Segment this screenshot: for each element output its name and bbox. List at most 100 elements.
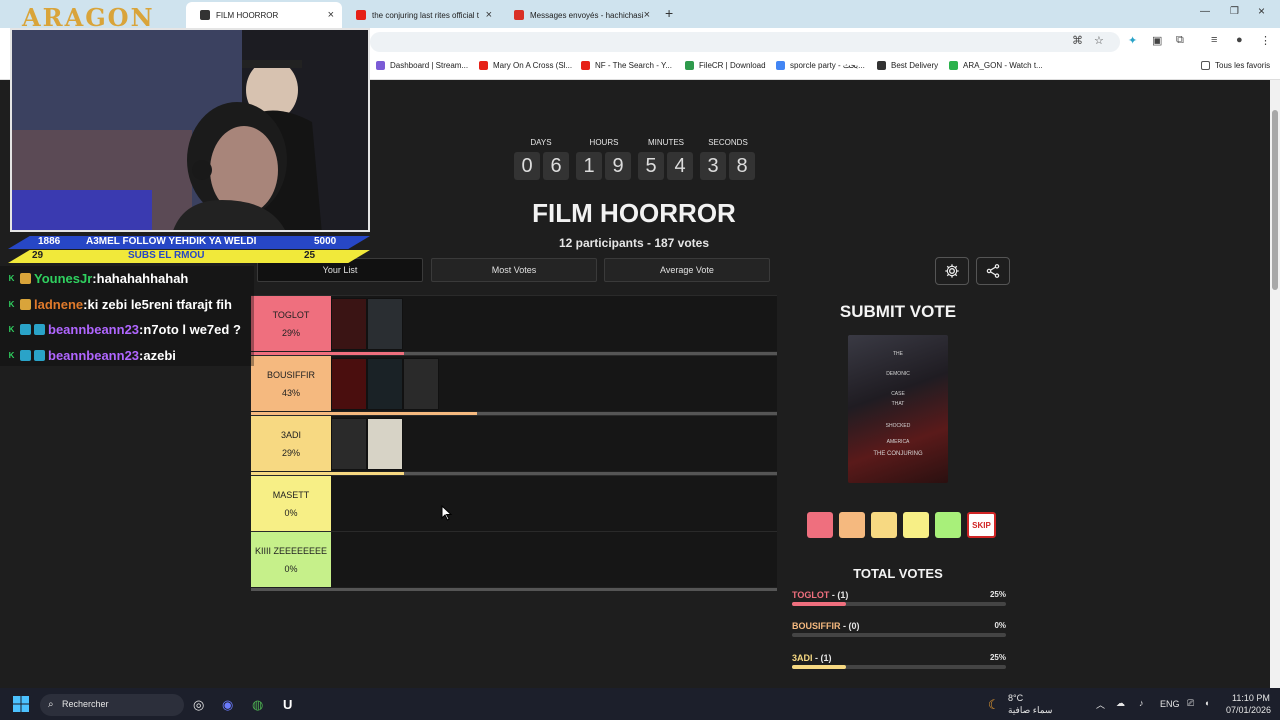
tier-label[interactable]: TOGLOT 29% — [251, 296, 331, 351]
close-icon[interactable]: × — [486, 9, 492, 21]
vote-percent: 25% — [989, 590, 1006, 599]
vote-tier-swatch[interactable] — [807, 512, 833, 538]
movie-poster[interactable]: THE DEMONIC CASE THAT SHOCKED AMERICA TH… — [848, 335, 948, 483]
countdown-hours-label: HOURS — [589, 138, 619, 147]
verified-badge-icon — [34, 349, 45, 361]
maximize-icon[interactable]: ❐ — [1230, 6, 1239, 17]
tab-title: FILM HOORROR — [216, 10, 279, 20]
new-tab-button[interactable]: + — [665, 5, 673, 21]
webcam-feed — [10, 28, 370, 232]
settings-button[interactable] — [935, 257, 969, 285]
movie-poster-thumbnail[interactable] — [403, 358, 439, 410]
volume-icon[interactable]: ◖ — [1204, 698, 1209, 708]
vote-tier-swatch[interactable] — [903, 512, 929, 538]
clock-date[interactable]: 07/01/2026 — [1226, 705, 1271, 715]
movie-poster-thumbnail[interactable] — [367, 418, 403, 470]
tier-name: BOUSIFFIR — [266, 369, 315, 380]
movie-poster-thumbnail[interactable] — [367, 298, 403, 350]
bookmark-icon — [376, 61, 385, 70]
taskbar-search-label: Rechercher — [62, 699, 109, 709]
tier-label[interactable]: KIIII ZEEEEEEEE 0% — [251, 532, 331, 587]
youtube-icon — [581, 61, 590, 70]
page-scrollbar[interactable] — [1270, 80, 1280, 688]
bookmark-item[interactable]: sporcle party - بحث... — [776, 61, 865, 70]
tier-name: 3ADI — [280, 429, 301, 440]
countdown-digit: 9 — [605, 152, 631, 180]
vote-tier-swatch[interactable] — [871, 512, 897, 538]
sub-goal: 25 — [304, 250, 316, 261]
tab-most-votes[interactable]: Most Votes — [431, 258, 597, 282]
bookmark-item[interactable]: Dashboard | Stream... — [376, 61, 468, 70]
bookmark-item[interactable]: FileCR | Download — [685, 61, 766, 70]
movie-poster-thumbnail[interactable] — [331, 298, 367, 350]
bookmark-label: ARA_GON - Watch t... — [963, 61, 1043, 70]
app-u-icon[interactable]: U — [283, 697, 292, 712]
vote-tier-swatch[interactable] — [839, 512, 865, 538]
mic-icon[interactable]: ♪ — [1139, 698, 1144, 708]
minimize-icon[interactable]: — — [1200, 6, 1210, 17]
screenshot-icon[interactable]: ▣ — [1152, 34, 1162, 47]
discord-icon[interactable]: ◉ — [222, 697, 233, 713]
star-icon[interactable]: ☆ — [1094, 34, 1104, 47]
media-icon[interactable]: ≡ — [1211, 34, 1217, 46]
clock-time[interactable]: 11:10 PM — [1232, 693, 1270, 703]
bookmark-item[interactable]: ARA_GON - Watch t... — [949, 61, 1043, 70]
url-field[interactable] — [370, 32, 1120, 52]
tab-film-hoorror[interactable]: FILM HOORROR × — [186, 2, 342, 28]
tier-label[interactable]: BOUSIFFIR 43% — [251, 356, 331, 411]
all-favorites[interactable]: Tous les favoris — [1201, 61, 1270, 70]
bookmark-label: Dashboard | Stream... — [390, 61, 469, 70]
scrollbar-thumb[interactable] — [1272, 110, 1278, 290]
tray-chevron-icon[interactable]: ︿ — [1096, 698, 1105, 711]
language-indicator[interactable]: ENG — [1160, 699, 1180, 709]
bookmark-item[interactable]: Best Delivery — [877, 61, 938, 70]
close-icon[interactable]: × — [644, 9, 650, 21]
tier-name: BOUSIFFIR — [792, 621, 841, 631]
tier-name: MASETT — [272, 489, 310, 500]
bookmark-item[interactable]: Mary On A Cross (Sl... — [479, 61, 572, 70]
windows-start-icon[interactable] — [13, 696, 29, 712]
tab-average-vote[interactable]: Average Vote — [604, 258, 770, 282]
vote-bar-fill — [792, 665, 846, 669]
skip-button[interactable]: SKIP — [967, 512, 996, 538]
movie-poster-thumbnail[interactable] — [367, 358, 403, 410]
vote-bar-track — [792, 602, 1006, 606]
movie-poster-thumbnail[interactable] — [331, 358, 367, 410]
vote-count: - (0) — [840, 621, 860, 631]
total-votes-name: 3ADI - (1) — [792, 653, 832, 663]
vote-percent: 25% — [989, 653, 1006, 662]
countdown-digit: 6 — [543, 152, 569, 180]
chat-message: Kbeannbeann23 : n7oto l we7ed ? — [6, 319, 241, 339]
vote-percent: 0% — [994, 621, 1006, 630]
tab-youtube-conjuring[interactable]: the conjuring last rites official t × — [342, 2, 500, 28]
weather-desc: سماء صافية — [1008, 705, 1053, 715]
cloud-icon[interactable]: ☁ — [1116, 698, 1125, 709]
translate-icon[interactable]: ⌘ — [1072, 34, 1083, 47]
tier-label[interactable]: 3ADI 29% — [251, 416, 331, 471]
share-button[interactable] — [976, 257, 1010, 285]
follow-count: 1886 — [38, 236, 61, 247]
follow-goal: 5000 — [314, 236, 337, 247]
sub-badge-icon — [20, 272, 31, 284]
chat-text: azebi — [143, 347, 176, 363]
window-close-icon[interactable]: × — [1258, 4, 1265, 18]
vote-tier-swatch[interactable] — [935, 512, 961, 538]
tab-gmail[interactable]: Messages envoyés - hachichasi × — [500, 2, 658, 28]
task-view-icon[interactable]: ◎ — [193, 697, 204, 713]
network-icon[interactable]: ⎚ — [1187, 698, 1194, 709]
verified-badge-icon — [34, 323, 45, 335]
weather-icon[interactable]: ☾ — [988, 697, 1000, 713]
bookmark-item[interactable]: NF - The Search - Y... — [581, 61, 672, 70]
extension-icon[interactable]: ✦ — [1128, 34, 1137, 47]
chat-message: K YounesJr : hahahahhahah — [6, 268, 189, 288]
close-icon[interactable]: × — [328, 9, 334, 21]
puzzle-icon[interactable]: ⧉ — [1176, 34, 1184, 47]
chrome-icon[interactable]: ◍ — [252, 697, 263, 713]
movie-poster-thumbnail[interactable] — [331, 418, 367, 470]
chat-text: n7oto l we7ed ? — [143, 321, 241, 337]
menu-icon[interactable]: ⋮ — [1260, 34, 1271, 47]
tier-label[interactable]: MASETT 0% — [251, 476, 331, 531]
bookmark-label: Best Delivery — [891, 61, 939, 70]
countdown-digit: 5 — [638, 152, 664, 180]
profile-icon[interactable]: ● — [1236, 34, 1243, 46]
